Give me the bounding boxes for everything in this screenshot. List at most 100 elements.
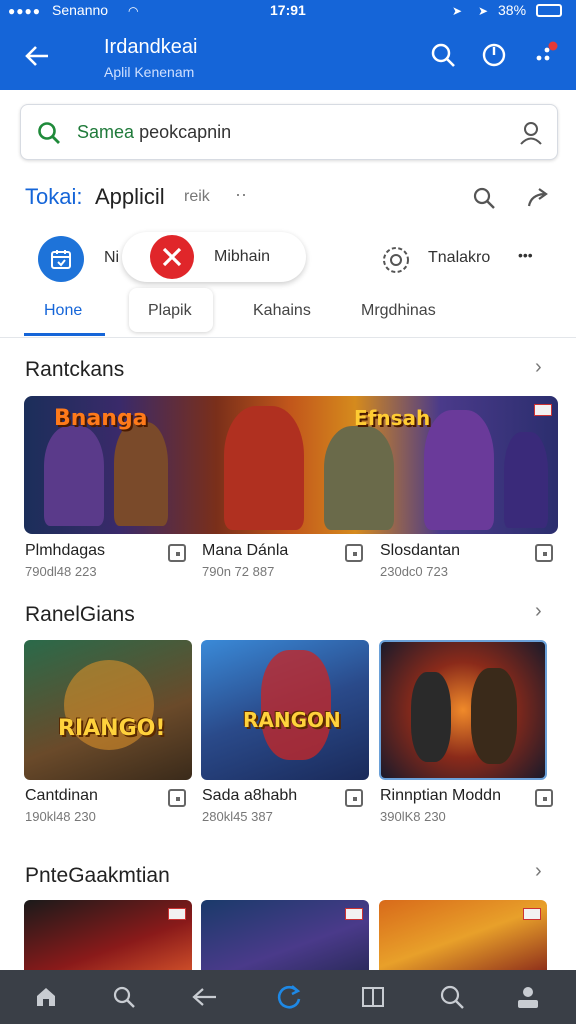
game-meta: 790dl48 223 (25, 564, 97, 579)
profile-icon[interactable] (514, 983, 542, 1011)
tab-home[interactable]: Hone (44, 302, 82, 320)
settings-gear-icon[interactable] (380, 244, 412, 276)
badge-icon (345, 908, 363, 920)
game-title[interactable]: Slosdantan (380, 542, 460, 560)
game-thumbnail[interactable] (24, 900, 192, 974)
game-title[interactable]: Rinnptian Moddn (380, 787, 501, 805)
close-chip[interactable] (150, 235, 194, 279)
status-bar: ●●●● Senanno ◠ 17:91 ➤ ➤ 38% (0, 0, 576, 22)
chevron-right-icon[interactable]: › (535, 600, 542, 623)
download-icon[interactable] (345, 789, 363, 807)
app-bar: Irdandkeai Aplil Kenenam (0, 22, 576, 90)
featured-banner[interactable]: Bnanga Efnsah (24, 396, 558, 534)
section-title: Rantckans (25, 358, 125, 381)
active-tab-indicator (24, 333, 105, 336)
search-prefix: Samea (77, 122, 135, 142)
back-arrow-icon[interactable] (24, 44, 50, 68)
back-icon[interactable] (190, 985, 218, 1009)
tab-mrgdhinas[interactable]: Mrgdhinas (361, 302, 436, 320)
battery-icon (536, 4, 562, 17)
game-title[interactable]: Mana Dánla (202, 542, 288, 560)
banner-character (424, 410, 494, 530)
chevron-down-icon[interactable]: › (535, 860, 542, 883)
share-icon[interactable] (526, 186, 552, 210)
search-icon[interactable] (112, 985, 136, 1009)
refresh-icon[interactable] (275, 983, 303, 1011)
location-icon: ➤ (452, 4, 463, 18)
game-meta: 230dc0 723 (380, 564, 448, 579)
book-icon[interactable] (360, 984, 386, 1010)
section-title: RanelGians (25, 603, 135, 626)
wifi-icon: ◠ (128, 4, 139, 18)
orientation-icon: ➤ (478, 4, 489, 18)
search-value: Samea peokcapnin (77, 122, 231, 143)
header-prefix: Tokai: (25, 184, 83, 209)
download-icon[interactable] (345, 544, 363, 562)
tab-kahains[interactable]: Kahains (253, 302, 311, 320)
badge-icon (534, 404, 552, 416)
chevron-right-icon[interactable]: › (535, 356, 542, 379)
search-icon[interactable] (472, 186, 496, 210)
banner-character (44, 426, 104, 526)
game-thumbnail[interactable] (379, 900, 547, 974)
game-thumbnail[interactable] (201, 900, 369, 974)
home-icon[interactable] (34, 985, 58, 1009)
signal-icon: ●●●● (8, 4, 41, 18)
battery-percent: 38% (498, 2, 527, 18)
game-card[interactable]: RANGON (201, 640, 369, 780)
close-icon (162, 247, 182, 267)
game-title[interactable]: Sada a8habh (202, 787, 297, 805)
game-card[interactable] (379, 640, 547, 780)
banner-character (324, 426, 394, 530)
banner-character (114, 422, 168, 526)
section-title: PnteGaakmtian (25, 864, 170, 887)
more-options-icon[interactable]: ••• (518, 247, 533, 263)
calendar-icon (51, 250, 71, 269)
app-subtitle: Aplil Kenenam (104, 64, 195, 80)
badge-icon (168, 908, 186, 920)
search-icon (38, 122, 60, 144)
game-title[interactable]: Plmhdagas (25, 542, 105, 560)
game-meta: 280kl45 387 (202, 809, 273, 824)
badge-icon (523, 908, 541, 920)
banner-logo-left: Bnanga (54, 406, 148, 431)
carrier-label: Senanno (52, 2, 109, 18)
game-title[interactable]: Cantdinan (25, 787, 98, 805)
card-art-title: RIANGO! (58, 716, 166, 741)
search-input[interactable]: Samea peokcapnin (20, 104, 558, 160)
clock: 17:91 (270, 2, 306, 18)
tab-bar: Hone Plapik Kahains Mrgdhinas (0, 288, 576, 338)
pill-label: Mibhain (214, 248, 271, 265)
banner-character (504, 432, 548, 528)
settings-label: Tnalakro (428, 249, 491, 266)
card-art (471, 668, 517, 764)
voice-profile-icon[interactable] (517, 119, 545, 147)
header-dots: ·· (235, 184, 247, 204)
card-art (261, 650, 331, 760)
quick-actions-row: Ni Mibhain Tnalakro ••• (0, 232, 576, 284)
download-icon[interactable] (535, 544, 553, 562)
filter-pill[interactable]: Mibhain (122, 232, 306, 282)
game-meta: 190kl48 230 (25, 809, 96, 824)
download-icon[interactable] (535, 789, 553, 807)
tab-plapik[interactable]: Plapik (148, 302, 192, 320)
banner-character (224, 406, 304, 530)
card-art (411, 672, 451, 762)
game-meta: 390lK8 230 (380, 809, 446, 824)
game-card[interactable]: RIANGO! (24, 640, 192, 780)
download-icon[interactable] (168, 544, 186, 562)
download-icon[interactable] (168, 789, 186, 807)
notification-icon[interactable] (532, 40, 560, 68)
chip-label-first: Ni (104, 249, 120, 266)
search-icon[interactable] (430, 42, 456, 68)
app-title: Irdandkeai (104, 36, 198, 58)
calendar-chip[interactable] (38, 236, 84, 282)
power-icon[interactable] (481, 42, 507, 68)
game-meta: 790n 72 887 (202, 564, 275, 579)
bottom-nav (0, 970, 576, 1024)
page-title: Applicil (95, 184, 165, 209)
header-tag: reik (184, 188, 210, 205)
section-header: Tokai: Applicil reik ·· (0, 170, 576, 230)
search-icon[interactable] (439, 984, 465, 1010)
search-query: peokcapnin (139, 122, 232, 142)
